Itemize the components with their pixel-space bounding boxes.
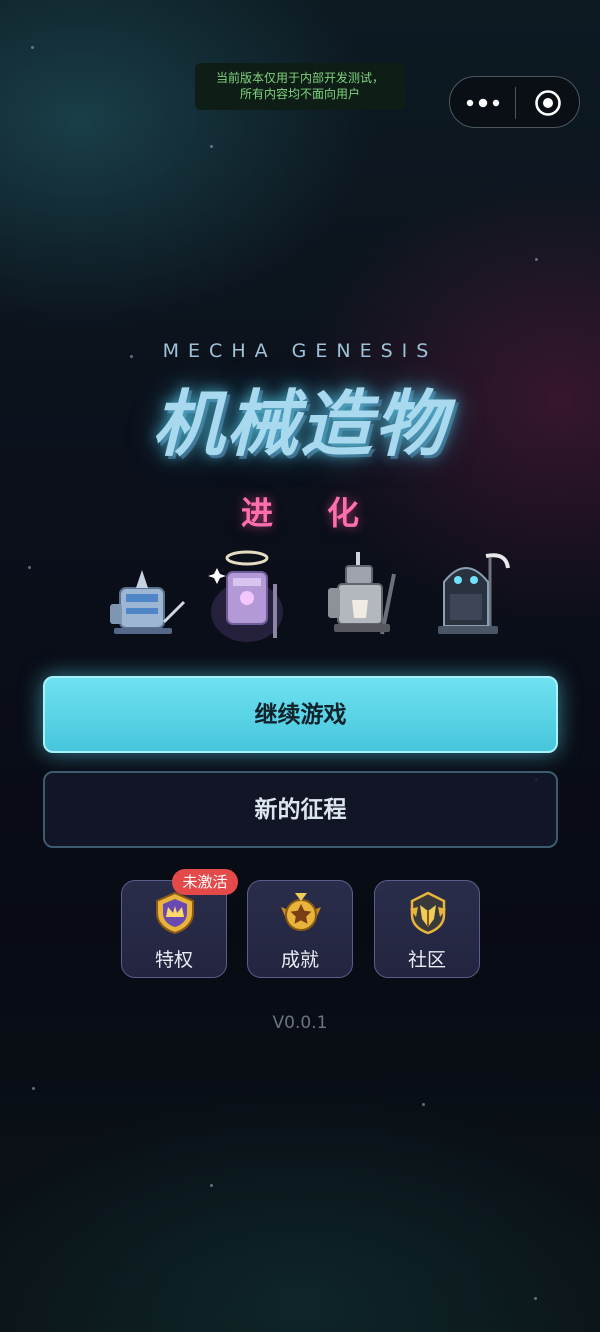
star-decoration bbox=[210, 1184, 213, 1187]
dev-test-notice: 当前版本仅用于内部开发测试， 所有内容均不面向用户 bbox=[195, 63, 405, 110]
game-subtitle: MECHA GENESIS bbox=[162, 340, 438, 362]
star-medal-icon bbox=[281, 893, 321, 931]
community-tile[interactable]: 社区 bbox=[374, 880, 480, 978]
miniprogram-capsule bbox=[449, 76, 580, 128]
angel-mecha-icon bbox=[208, 550, 283, 642]
paladin-mecha-icon bbox=[328, 552, 396, 635]
star-decoration bbox=[422, 1103, 425, 1106]
community-crest-icon bbox=[410, 891, 446, 935]
notice-line-1: 当前版本仅用于内部开发测试， bbox=[215, 71, 384, 85]
new-journey-button[interactable]: 新的征程 bbox=[43, 771, 558, 848]
more-dots-icon[interactable] bbox=[464, 91, 502, 115]
reaper-mecha-icon bbox=[438, 553, 510, 634]
inactive-badge: 未激活 bbox=[172, 869, 238, 895]
game-title: 机械造物 bbox=[151, 382, 448, 466]
star-decoration bbox=[210, 145, 213, 148]
version-label: V0.0.1 bbox=[272, 1013, 328, 1033]
notice-line-2: 所有内容均不面向用户 bbox=[239, 87, 360, 101]
star-decoration bbox=[31, 46, 34, 49]
star-decoration bbox=[534, 1297, 537, 1300]
star-decoration bbox=[28, 566, 31, 569]
crown-shield-icon bbox=[156, 891, 194, 935]
privilege-label: 特权 bbox=[154, 949, 193, 971]
continue-game-button[interactable]: 继续游戏 bbox=[43, 676, 558, 753]
capsule-divider bbox=[515, 87, 516, 119]
achievement-label: 成就 bbox=[280, 949, 319, 971]
game-mode-label: 进化 bbox=[240, 494, 413, 532]
target-circle-icon[interactable] bbox=[534, 89, 562, 117]
knight-mecha-icon bbox=[110, 570, 186, 634]
star-decoration bbox=[535, 258, 538, 261]
community-label: 社区 bbox=[407, 949, 446, 971]
star-decoration bbox=[32, 1087, 35, 1090]
achievement-tile[interactable]: 成就 bbox=[247, 880, 353, 978]
